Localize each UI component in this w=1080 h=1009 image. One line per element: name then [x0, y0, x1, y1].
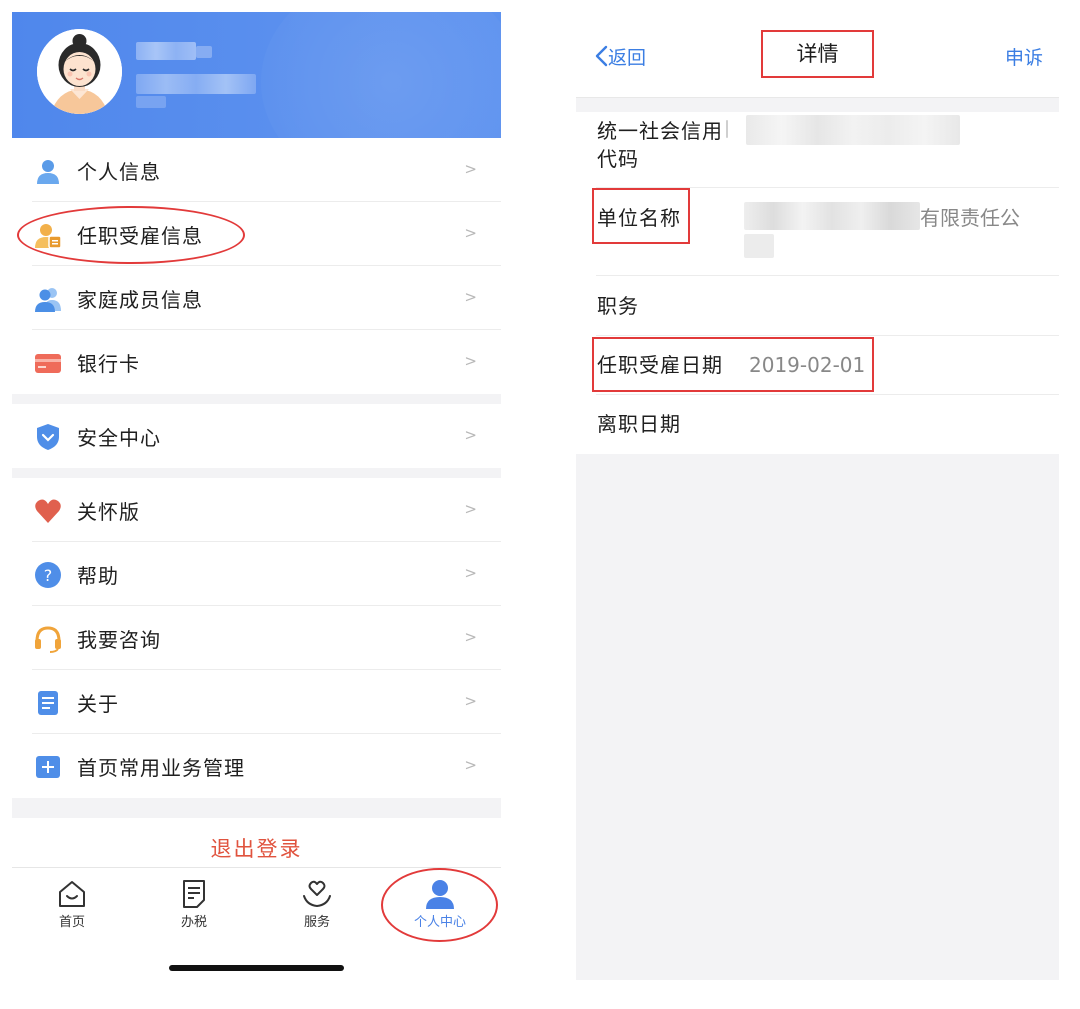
position-label: 职务: [597, 294, 639, 318]
chevron-right-icon: >: [464, 288, 477, 306]
menu-label: 家庭成员信息: [77, 288, 203, 312]
profile-header: [12, 12, 501, 138]
home-indicator: [169, 965, 344, 971]
heart-icon: [35, 499, 61, 523]
details-screen: 返回 详情 申诉 统一社会信用代码 单位名称 有限责任公 职务 任职受雇日期 2…: [576, 12, 1059, 980]
menu-item-personal-info[interactable]: 个人信息 >: [12, 138, 501, 202]
blurred-company-name: [744, 202, 920, 230]
chevron-left-icon: [595, 45, 608, 67]
leave-date-label: 离职日期: [597, 412, 681, 436]
chevron-right-icon: >: [464, 160, 477, 178]
menu-label: 首页常用业务管理: [77, 756, 245, 780]
tab-label: 服务: [303, 915, 330, 930]
section-gap: [12, 468, 501, 478]
appeal-button[interactable]: 申诉: [1005, 43, 1043, 70]
tab-home[interactable]: 首页: [32, 878, 112, 930]
chevron-right-icon: >: [464, 224, 477, 242]
row-leave-date: 离职日期: [576, 395, 1059, 454]
menu-item-consult[interactable]: 我要咨询 >: [12, 606, 501, 670]
menu-item-homepage-business[interactable]: 首页常用业务管理 >: [12, 734, 501, 798]
help-icon: ?: [35, 562, 61, 588]
menu-label: 我要咨询: [77, 628, 161, 652]
user-icon: [37, 160, 59, 184]
menu-label: 关于: [77, 692, 119, 716]
chevron-right-icon: >: [464, 564, 477, 582]
blurred-username-extra: [196, 46, 212, 58]
menu-item-about[interactable]: 关于 >: [12, 670, 501, 734]
text-cursor: [726, 120, 728, 138]
personal-center-screen: 个人信息 > 任职受雇信息 > 家庭成员信息 > 银行卡 > 安全中心 > 关怀…: [12, 12, 501, 998]
headset-icon: [35, 626, 61, 653]
svg-text:?: ?: [44, 566, 53, 585]
menu-label: 安全中心: [77, 426, 161, 450]
menu-label: 银行卡: [77, 352, 140, 376]
back-label: 返回: [608, 47, 647, 69]
credit-code-label: 统一社会信用代码: [597, 119, 723, 171]
company-name-value: 有限责任公: [920, 206, 1020, 230]
home-icon: [59, 881, 85, 907]
shield-icon: [37, 424, 59, 450]
annotation-box-hire-date: [592, 337, 874, 392]
bank-card-icon: [35, 354, 61, 373]
nav-bar: 返回 详情 申诉: [576, 12, 1059, 98]
section-gap: [12, 394, 501, 404]
heart-hand-icon: [303, 880, 331, 908]
menu-item-security-center[interactable]: 安全中心 >: [12, 404, 501, 468]
page-title: 详情: [761, 30, 874, 78]
tab-tax[interactable]: 办税: [154, 878, 234, 930]
chevron-right-icon: >: [464, 426, 477, 444]
annotation-ellipse-employment: [17, 206, 245, 264]
tax-form-icon: [183, 880, 205, 908]
menu-item-bank-card[interactable]: 银行卡 >: [12, 330, 501, 394]
chevron-right-icon: >: [464, 500, 477, 518]
tab-service[interactable]: 服务: [277, 878, 357, 930]
chevron-right-icon: >: [464, 692, 477, 710]
blurred-username: [136, 42, 196, 60]
grid-plus-icon: [36, 756, 60, 778]
chevron-right-icon: >: [464, 352, 477, 370]
menu-label: 帮助: [77, 564, 119, 588]
menu-label: 关怀版: [77, 500, 140, 524]
blurred-account-info-2: [136, 96, 166, 108]
menu-item-care-version[interactable]: 关怀版 >: [12, 478, 501, 542]
blurred-company-name-line2: [744, 234, 774, 258]
blurred-credit-code: [746, 115, 960, 145]
annotation-ellipse-personal-center: [381, 868, 498, 942]
avatar[interactable]: [37, 29, 122, 114]
menu-item-help[interactable]: ? 帮助 >: [12, 542, 501, 606]
chevron-right-icon: >: [464, 628, 477, 646]
tab-label: 首页: [58, 915, 85, 930]
annotation-box-company-name: [592, 188, 690, 244]
row-credit-code: 统一社会信用代码: [576, 112, 1059, 188]
header-glow: [261, 12, 501, 138]
tab-label: 办税: [180, 915, 207, 930]
back-button[interactable]: 返回: [594, 43, 646, 70]
menu-item-family-info[interactable]: 家庭成员信息 >: [12, 266, 501, 330]
logout-button[interactable]: 退出登录: [12, 830, 501, 866]
blurred-account-info: [136, 74, 256, 94]
document-icon: [38, 691, 58, 715]
avatar-illustration-icon: [37, 29, 122, 114]
menu-label: 个人信息: [77, 160, 161, 184]
row-position: 职务: [576, 276, 1059, 336]
family-icon: [35, 288, 61, 312]
section-gap: [12, 798, 501, 818]
chevron-right-icon: >: [464, 756, 477, 774]
